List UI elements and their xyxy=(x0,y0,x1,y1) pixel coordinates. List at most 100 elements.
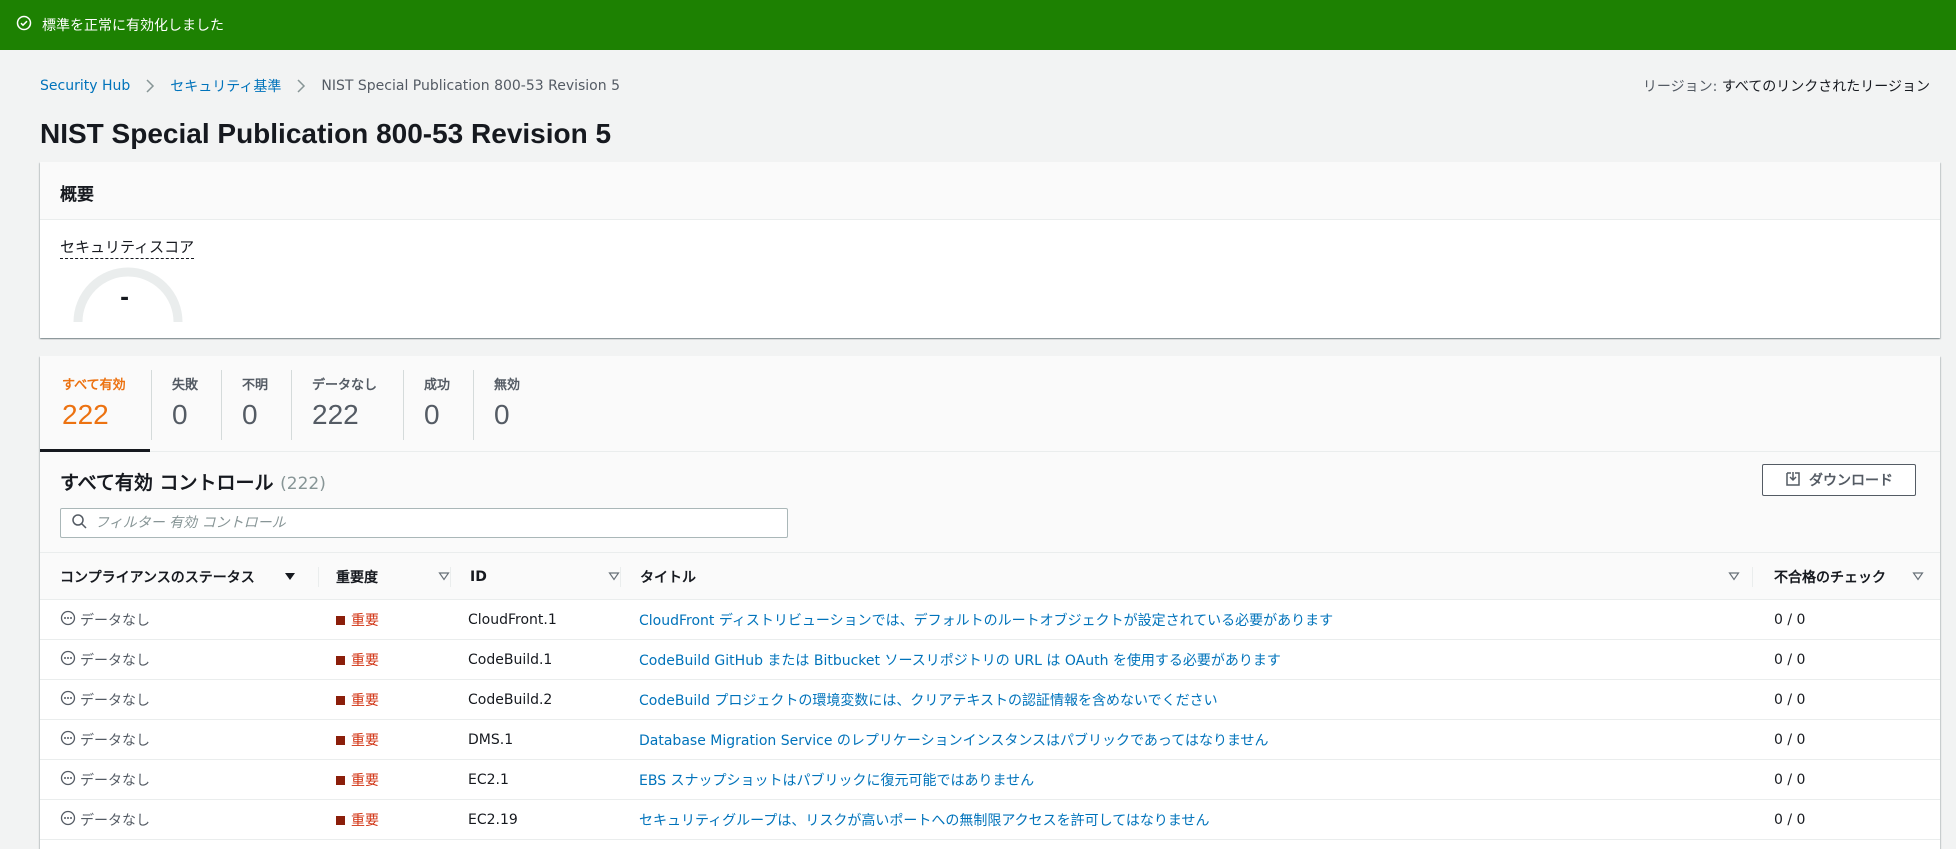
tab-label: 不明 xyxy=(242,378,269,393)
breadcrumb-security-standards[interactable]: セキュリティ基準 xyxy=(170,76,281,96)
column-header-label: ID xyxy=(470,569,487,585)
control-id: CodeBuild.2 xyxy=(468,692,553,708)
table-column-headers: コンプライアンスのステータス 重要度 ID タイトル 不合格のチェック xyxy=(40,552,1940,600)
no-data-icon xyxy=(60,730,80,750)
security-score-value: - xyxy=(120,286,130,311)
chevron-right-icon xyxy=(293,78,309,94)
failed-checks: 0 / 0 xyxy=(1774,612,1806,628)
tab-failed[interactable]: 失敗 0 xyxy=(172,356,198,452)
tab-label: 失敗 xyxy=(172,378,199,393)
status-cell: データなし xyxy=(60,800,150,840)
column-header-id[interactable]: ID xyxy=(470,553,630,601)
table-header-area: すべて有効 コントロール (222) ダウンロード xyxy=(40,452,1940,552)
status-cell: データなし xyxy=(60,600,150,640)
critical-severity-icon xyxy=(336,695,345,705)
status-text: データなし xyxy=(80,813,150,829)
control-title-link[interactable]: CodeBuild プロジェクトの環境変数には、クリアテキストの認証情報を含めな… xyxy=(639,680,1218,720)
column-header-label: コンプライアンスのステータス xyxy=(60,570,255,586)
status-text: データなし xyxy=(80,733,150,749)
column-header-label: タイトル xyxy=(640,570,696,586)
table-row[interactable]: データなし 重要 CodeBuild.1 CodeBuild GitHub また… xyxy=(40,640,1940,680)
overview-panel: 概要 セキュリティスコア - xyxy=(40,162,1940,338)
tab-label: すべて有効 xyxy=(62,378,126,393)
controls-panel: すべて有効 222 失敗 0 不明 0 データなし 222 成功 0 無効 0 xyxy=(40,356,1940,849)
severity-text: 重要 xyxy=(351,613,379,629)
flash-message: 標準を正常に有効化しました xyxy=(42,18,224,34)
tab-count: 0 xyxy=(424,399,440,430)
failed-checks: 0 / 0 xyxy=(1774,652,1806,668)
severity-cell: 重要 xyxy=(336,800,379,840)
breadcrumb-security-hub[interactable]: Security Hub xyxy=(40,78,130,94)
control-title-link[interactable]: EBS スナップショットはパブリックに復元可能ではありません xyxy=(639,760,1034,800)
tab-disabled[interactable]: 無効 0 xyxy=(494,356,520,452)
no-data-icon xyxy=(60,810,80,830)
breadcrumb-current: NIST Special Publication 800-53 Revision… xyxy=(321,78,620,94)
control-title-link[interactable]: セキュリティグループは、リスクが高いポートへの無制限アクセスを許可してはなりませ… xyxy=(639,800,1210,840)
failed-checks: 0 / 0 xyxy=(1774,772,1806,788)
critical-severity-icon xyxy=(336,815,345,825)
status-cell: データなし xyxy=(60,680,150,720)
tab-divider xyxy=(403,370,404,440)
tab-divider xyxy=(291,370,292,440)
column-header-label: 不合格のチェック xyxy=(1774,570,1886,586)
download-icon xyxy=(1785,471,1809,490)
control-title-link[interactable]: CodeBuild GitHub または Bitbucket ソースリポジトリの… xyxy=(639,640,1281,680)
table-row[interactable]: データなし 重要 CodeBuild.2 CodeBuild プロジェクトの環境… xyxy=(40,680,1940,720)
page-title: NIST Special Publication 800-53 Revision… xyxy=(40,118,612,149)
tab-all-enabled[interactable]: すべて有効 222 xyxy=(40,356,150,452)
tab-count: 222 xyxy=(312,399,359,430)
no-data-icon xyxy=(60,610,80,630)
column-header-compliance-status[interactable]: コンプライアンスのステータス xyxy=(60,553,306,601)
table-title-text: すべて有効 コントロール xyxy=(60,472,274,494)
table-row[interactable]: データなし 重要 CloudFront.1 CloudFront ディストリビュ… xyxy=(40,600,1940,640)
no-data-icon xyxy=(60,690,80,710)
tab-label: 成功 xyxy=(424,378,451,393)
region-value: すべてのリンクされたリージョン xyxy=(1721,79,1930,95)
column-header-severity[interactable]: 重要度 xyxy=(336,553,460,601)
search-icon xyxy=(71,513,95,533)
tab-unknown[interactable]: 不明 0 xyxy=(242,356,268,452)
status-cell: データなし xyxy=(60,720,150,760)
sort-icon xyxy=(608,572,620,581)
filter-box xyxy=(60,508,788,538)
tab-count: 0 xyxy=(494,399,510,430)
tab-passed[interactable]: 成功 0 xyxy=(424,356,450,452)
severity-cell: 重要 xyxy=(336,720,379,760)
control-id: CodeBuild.1 xyxy=(468,652,553,668)
column-divider xyxy=(450,567,451,587)
column-divider xyxy=(318,567,319,587)
table-row[interactable]: データなし 重要 EC2.19 セキュリティグループは、リスクが高いポートへの無… xyxy=(40,800,1940,840)
control-id: EC2.19 xyxy=(468,812,518,828)
overview-heading: 概要 xyxy=(40,162,1940,220)
tab-no-data[interactable]: データなし 222 xyxy=(312,356,377,452)
control-id: CloudFront.1 xyxy=(468,612,557,628)
control-title-link[interactable]: CloudFront ディストリビューションでは、デフォルトのルートオブジェクト… xyxy=(639,600,1333,640)
breadcrumb: Security Hub セキュリティ基準 NIST Special Publi… xyxy=(40,76,620,96)
critical-severity-icon xyxy=(336,735,345,745)
status-text: データなし xyxy=(80,613,150,629)
severity-cell: 重要 xyxy=(336,640,379,680)
control-id: DMS.1 xyxy=(468,732,514,748)
sort-descending-icon xyxy=(285,573,295,580)
table-row[interactable]: データなし 重要 DMS.1 Database Migration Servic… xyxy=(40,720,1940,760)
security-score-label[interactable]: セキュリティスコア xyxy=(60,236,195,259)
column-divider xyxy=(1752,567,1753,587)
severity-cell: 重要 xyxy=(336,760,379,800)
table-row[interactable]: データなし 重要 EC2.1 EBS スナップショットはパブリックに復元可能では… xyxy=(40,760,1940,800)
column-divider xyxy=(620,567,621,587)
status-text: データなし xyxy=(80,653,150,669)
filter-input[interactable] xyxy=(95,515,745,531)
failed-checks: 0 / 0 xyxy=(1774,692,1806,708)
severity-text: 重要 xyxy=(351,773,379,789)
severity-text: 重要 xyxy=(351,813,379,829)
control-title-link[interactable]: Database Migration Service のレプリケーションインスタ… xyxy=(639,720,1269,760)
tab-divider xyxy=(221,370,222,440)
tab-divider xyxy=(473,370,474,440)
critical-severity-icon xyxy=(336,775,345,785)
status-tabs: すべて有効 222 失敗 0 不明 0 データなし 222 成功 0 無効 0 xyxy=(40,356,1940,452)
severity-text: 重要 xyxy=(351,653,379,669)
column-header-title[interactable]: タイトル xyxy=(640,553,1750,601)
column-header-failed-checks[interactable]: 不合格のチェック xyxy=(1774,553,1934,601)
column-header-label: 重要度 xyxy=(336,570,378,586)
download-button[interactable]: ダウンロード xyxy=(1762,464,1916,496)
